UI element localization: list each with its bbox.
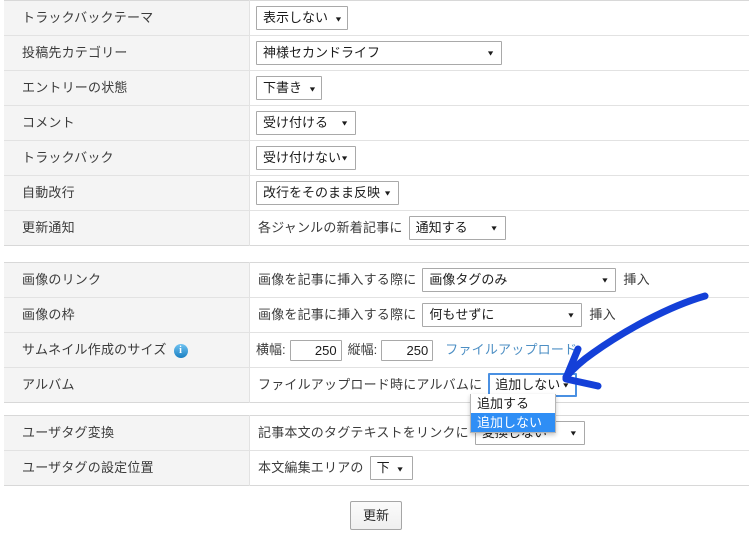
- update-button[interactable]: 更新: [349, 501, 402, 530]
- row-label: 画像のリンク: [4, 262, 250, 298]
- chevron-down-icon: ▼: [395, 465, 405, 473]
- row-value: 画像を記事に挿入する際に 画像タグのみ ▼ 挿入: [249, 262, 749, 298]
- row-label: コメント: [4, 105, 250, 141]
- usertag-position-prefix: 本文編集エリアの: [258, 460, 364, 475]
- file-upload-link[interactable]: ファイルアップロード: [445, 342, 577, 358]
- blog-post-settings-table: トラックバックテーマ 表示しない ▼ 投稿先カテゴリー 神様セカンドライフ ▼ エン…: [4, 0, 749, 246]
- image-link-suffix: 挿入: [623, 272, 650, 287]
- settings-page: トラックバックテーマ 表示しない ▼ 投稿先カテゴリー 神様セカンドライフ ▼ エン…: [0, 0, 752, 538]
- table-row: エントリーの状態 下書き ▼: [4, 70, 749, 106]
- chevron-down-icon: ▼: [561, 381, 571, 389]
- category-select[interactable]: 神様セカンドライフ ▼: [256, 41, 502, 65]
- comment-select[interactable]: 受け付ける ▼: [256, 111, 356, 135]
- usertag-settings-table: ユーザタグ変換 記事本文のタグテキストをリンクに変換しない▼ ユーザタグの設定位…: [4, 415, 749, 486]
- table-row: トラックバックテーマ 表示しない ▼: [4, 0, 749, 36]
- image-link-select[interactable]: 画像タグのみ ▼: [422, 268, 617, 292]
- row-label: トラックバックテーマ: [4, 0, 250, 36]
- row-value: 表示しない ▼: [249, 0, 749, 36]
- entry-status-select[interactable]: 下書き ▼: [256, 76, 322, 100]
- chevron-down-icon: ▼: [383, 189, 392, 197]
- thumbnail-width-input[interactable]: 250: [289, 339, 342, 361]
- table-row: サムネイル作成のサイズ i 横幅: 250 縦幅: 250 ファイルアップロード: [4, 332, 749, 368]
- row-value: 各ジャンルの新着記事に 通知する ▼: [249, 210, 749, 246]
- row-label: サムネイル作成のサイズ i: [4, 332, 250, 368]
- row-value: 受け付ける ▼: [249, 105, 749, 141]
- chevron-down-icon: ▼: [340, 154, 349, 162]
- image-settings-section: 画像のリンク 画像を記事に挿入する際に 画像タグのみ ▼ 挿入 画像の枠 画像を記事に…: [4, 262, 749, 403]
- table-row: 投稿先カテゴリー 神様セカンドライフ ▼: [4, 35, 749, 71]
- thumbnail-size-label: サムネイル作成のサイズ: [22, 342, 167, 357]
- table-row: コメント 受け付ける ▼: [4, 105, 749, 141]
- row-value: 受け付けない ▼: [249, 140, 749, 176]
- trackback-select[interactable]: 受け付けない ▼: [256, 146, 356, 170]
- update-notify-select[interactable]: 通知する ▼: [408, 216, 506, 240]
- chevron-down-icon: ▼: [334, 15, 343, 23]
- chevron-down-icon: ▼: [308, 85, 317, 93]
- thumbnail-width-label: 横幅:: [256, 342, 286, 357]
- chevron-down-icon: ▼: [486, 49, 495, 57]
- table-row: ユーザタグ変換 記事本文のタグテキストをリンクに変換しない▼: [4, 415, 749, 451]
- album-prefix: ファイルアップロード時にアルバムに: [258, 377, 483, 392]
- chevron-down-icon: ▼: [489, 224, 499, 232]
- update-notify-prefix: 各ジャンルの新着記事に: [258, 220, 403, 235]
- usertag-settings-section: ユーザタグ変換 記事本文のタグテキストをリンクに変換しない▼ ユーザタグの設定位…: [4, 415, 749, 486]
- usertag-convert-prefix: 記事本文のタグテキストをリンクに: [258, 425, 469, 440]
- row-label: アルバム: [4, 367, 250, 403]
- row-label: 画像の枠: [4, 297, 250, 333]
- table-row: 画像の枠 画像を記事に挿入する際に 何もせずに ▼ 挿入: [4, 297, 749, 333]
- table-row: アルバム ファイルアップロード時にアルバムに 追加しない ▼: [4, 367, 749, 403]
- image-frame-prefix: 画像を記事に挿入する際に: [258, 307, 417, 322]
- row-label: ユーザタグの設定位置: [4, 450, 250, 486]
- album-option-add[interactable]: 追加する: [471, 394, 555, 413]
- thumbnail-height-input[interactable]: 250: [381, 339, 434, 361]
- row-value: 本文編集エリアの下 ▼: [249, 450, 749, 486]
- table-row: 画像のリンク 画像を記事に挿入する際に 画像タグのみ ▼ 挿入: [4, 262, 749, 298]
- album-dropdown-options[interactable]: 追加する 追加しない: [470, 394, 556, 433]
- row-value: 画像を記事に挿入する際に 何もせずに ▼ 挿入: [249, 297, 749, 333]
- thumbnail-height-label: 縦幅:: [347, 342, 378, 357]
- blog-post-settings-section: トラックバックテーマ 表示しない ▼ 投稿先カテゴリー 神様セカンドライフ ▼ エン…: [4, 0, 749, 246]
- info-icon[interactable]: i: [173, 343, 188, 358]
- row-value: 神様セカンドライフ ▼: [249, 35, 749, 71]
- footer-actions: 更新: [0, 501, 752, 530]
- row-label: 自動改行: [4, 175, 250, 211]
- row-value: 横幅: 250 縦幅: 250 ファイルアップロード: [249, 332, 749, 368]
- image-settings-table: 画像のリンク 画像を記事に挿入する際に 画像タグのみ ▼ 挿入 画像の枠 画像を記事に…: [4, 262, 749, 403]
- row-label: 投稿先カテゴリー: [4, 35, 250, 71]
- row-value: 改行をそのまま反映 ▼: [249, 175, 749, 211]
- row-label: トラックバック: [4, 140, 250, 176]
- row-value: 下書き ▼: [249, 70, 749, 106]
- table-row: トラックバック 受け付けない ▼: [4, 140, 749, 176]
- chevron-down-icon: ▼: [600, 276, 610, 284]
- trackback-theme-select[interactable]: 表示しない ▼: [256, 6, 348, 30]
- table-row: ユーザタグの設定位置 本文編集エリアの下 ▼: [4, 450, 749, 486]
- row-label: ユーザタグ変換: [4, 415, 250, 451]
- chevron-down-icon: ▼: [340, 119, 349, 127]
- image-frame-suffix: 挿入: [589, 307, 616, 322]
- chevron-down-icon: ▼: [568, 429, 578, 437]
- image-link-prefix: 画像を記事に挿入する際に: [258, 272, 417, 287]
- auto-linebreak-select[interactable]: 改行をそのまま反映 ▼: [256, 181, 399, 205]
- usertag-position-select[interactable]: 下 ▼: [369, 456, 413, 480]
- chevron-down-icon: ▼: [566, 311, 576, 319]
- row-label: 更新通知: [4, 210, 250, 246]
- row-label: エントリーの状態: [4, 70, 250, 106]
- table-row: 自動改行 改行をそのまま反映 ▼: [4, 175, 749, 211]
- album-option-no-add[interactable]: 追加しない: [471, 413, 555, 432]
- table-row: 更新通知 各ジャンルの新着記事に 通知する ▼: [4, 210, 749, 246]
- image-frame-select[interactable]: 何もせずに ▼: [422, 303, 583, 327]
